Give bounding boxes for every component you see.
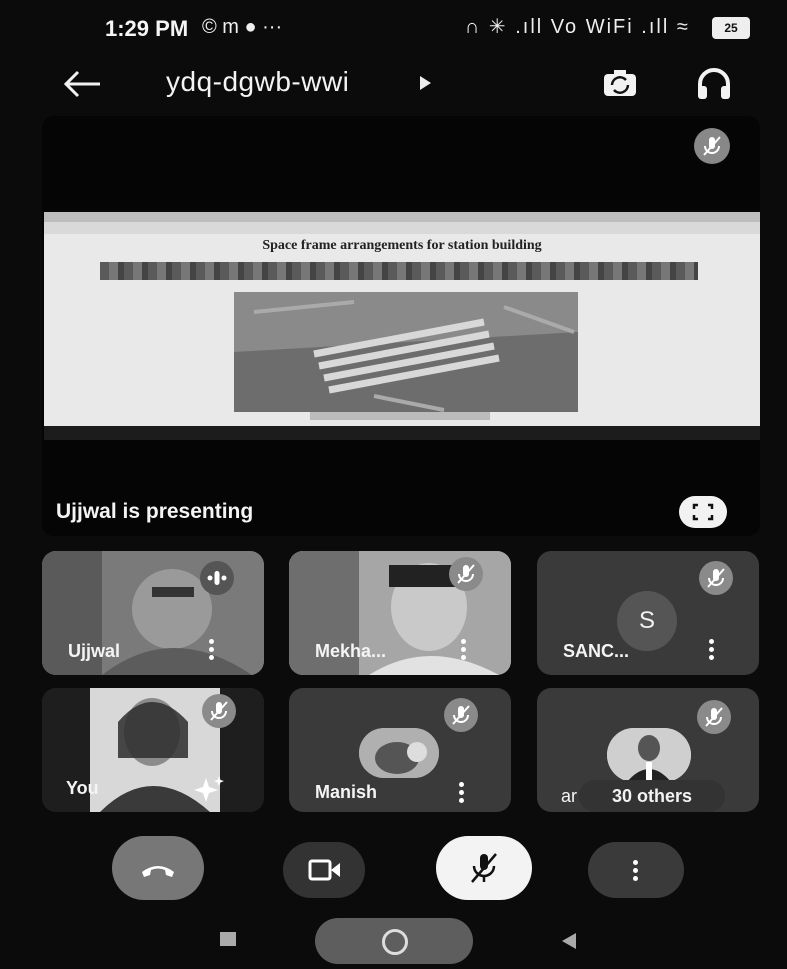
participant-tile-others[interactable]: ar 30 others [537, 688, 759, 812]
participant-muted-icon [202, 694, 236, 728]
browser-tab-strip [44, 212, 760, 222]
status-connectivity-icons: ∩ ✳ .ıll Vo WiFi .ıll ≈ [465, 16, 690, 38]
status-notification-icons: © m ● ··· [202, 16, 283, 38]
others-count-badge[interactable]: 30 others [579, 780, 725, 812]
slide-photo [234, 292, 578, 412]
kebab-icon [633, 860, 639, 884]
mic-off-icon [471, 853, 497, 883]
effects-sparkle-icon[interactable] [192, 772, 226, 806]
participant-name: Mekha... [315, 641, 387, 661]
participant-name: Ujjwal [68, 641, 121, 661]
meeting-code[interactable]: ydq-dgwb-wwi [166, 66, 349, 98]
participant-more-icon[interactable] [461, 639, 467, 663]
battery-icon: 25 [712, 17, 750, 39]
end-call-button[interactable] [112, 836, 204, 900]
participant-name: ar [561, 786, 578, 806]
fullscreen-button[interactable] [679, 496, 727, 528]
participant-muted-icon [449, 557, 483, 591]
nav-recents-icon[interactable] [220, 932, 236, 946]
participant-tile-ujjwal[interactable]: Ujjwal [42, 551, 264, 675]
participant-more-icon[interactable] [709, 639, 715, 663]
phone-hangup-icon [142, 866, 174, 877]
status-time: 1:29 PM [105, 16, 189, 41]
participant-tile-you[interactable]: You [42, 688, 264, 812]
presenting-label: Ujjwal is presenting [56, 500, 254, 523]
switch-camera-icon[interactable] [598, 62, 642, 106]
nav-home-button[interactable] [315, 918, 473, 964]
status-bar: 1:29 PM © m ● ··· ∩ ✳ .ıll Vo WiFi .ıll … [0, 0, 787, 62]
participant-avatar [359, 728, 439, 778]
participant-muted-icon [697, 700, 731, 734]
participant-avatar [607, 728, 691, 782]
meeting-details-play-icon[interactable] [420, 76, 431, 90]
participant-muted-icon [699, 561, 733, 595]
browser-address-bar [44, 222, 760, 234]
participant-muted-icon [444, 698, 478, 732]
fullscreen-icon [692, 503, 714, 521]
nav-home-icon [382, 929, 408, 955]
participant-tile-mekha[interactable]: Mekha... [289, 551, 511, 675]
speaking-indicator-icon [200, 561, 234, 595]
slide-caption-bar [310, 412, 490, 420]
participant-name: You [66, 778, 99, 798]
microphone-toggle-button[interactable] [436, 836, 532, 900]
back-arrow-icon[interactable] [58, 64, 106, 104]
camera-toggle-button[interactable] [283, 842, 365, 898]
participant-more-icon[interactable] [459, 782, 465, 806]
slide-photo-strip [100, 262, 698, 280]
more-options-button[interactable] [588, 842, 684, 898]
participant-more-icon[interactable] [209, 639, 215, 663]
headphones-icon[interactable] [692, 62, 736, 106]
participant-tile-manish[interactable]: Manish [289, 688, 511, 812]
presentation-panel[interactable]: Space frame arrangements for station bui… [42, 116, 760, 536]
slide-title: Space frame arrangements for station bui… [262, 238, 542, 253]
participant-name: SANC... [563, 641, 630, 661]
windows-taskbar [44, 426, 760, 440]
participant-name: Manish [315, 782, 378, 802]
nav-back-icon[interactable] [562, 933, 576, 949]
participant-tile-sanc[interactable]: S SANC... [537, 551, 759, 675]
shared-screen: Space frame arrangements for station bui… [44, 212, 760, 440]
presenter-muted-icon [694, 128, 730, 164]
videocam-icon [308, 859, 340, 881]
